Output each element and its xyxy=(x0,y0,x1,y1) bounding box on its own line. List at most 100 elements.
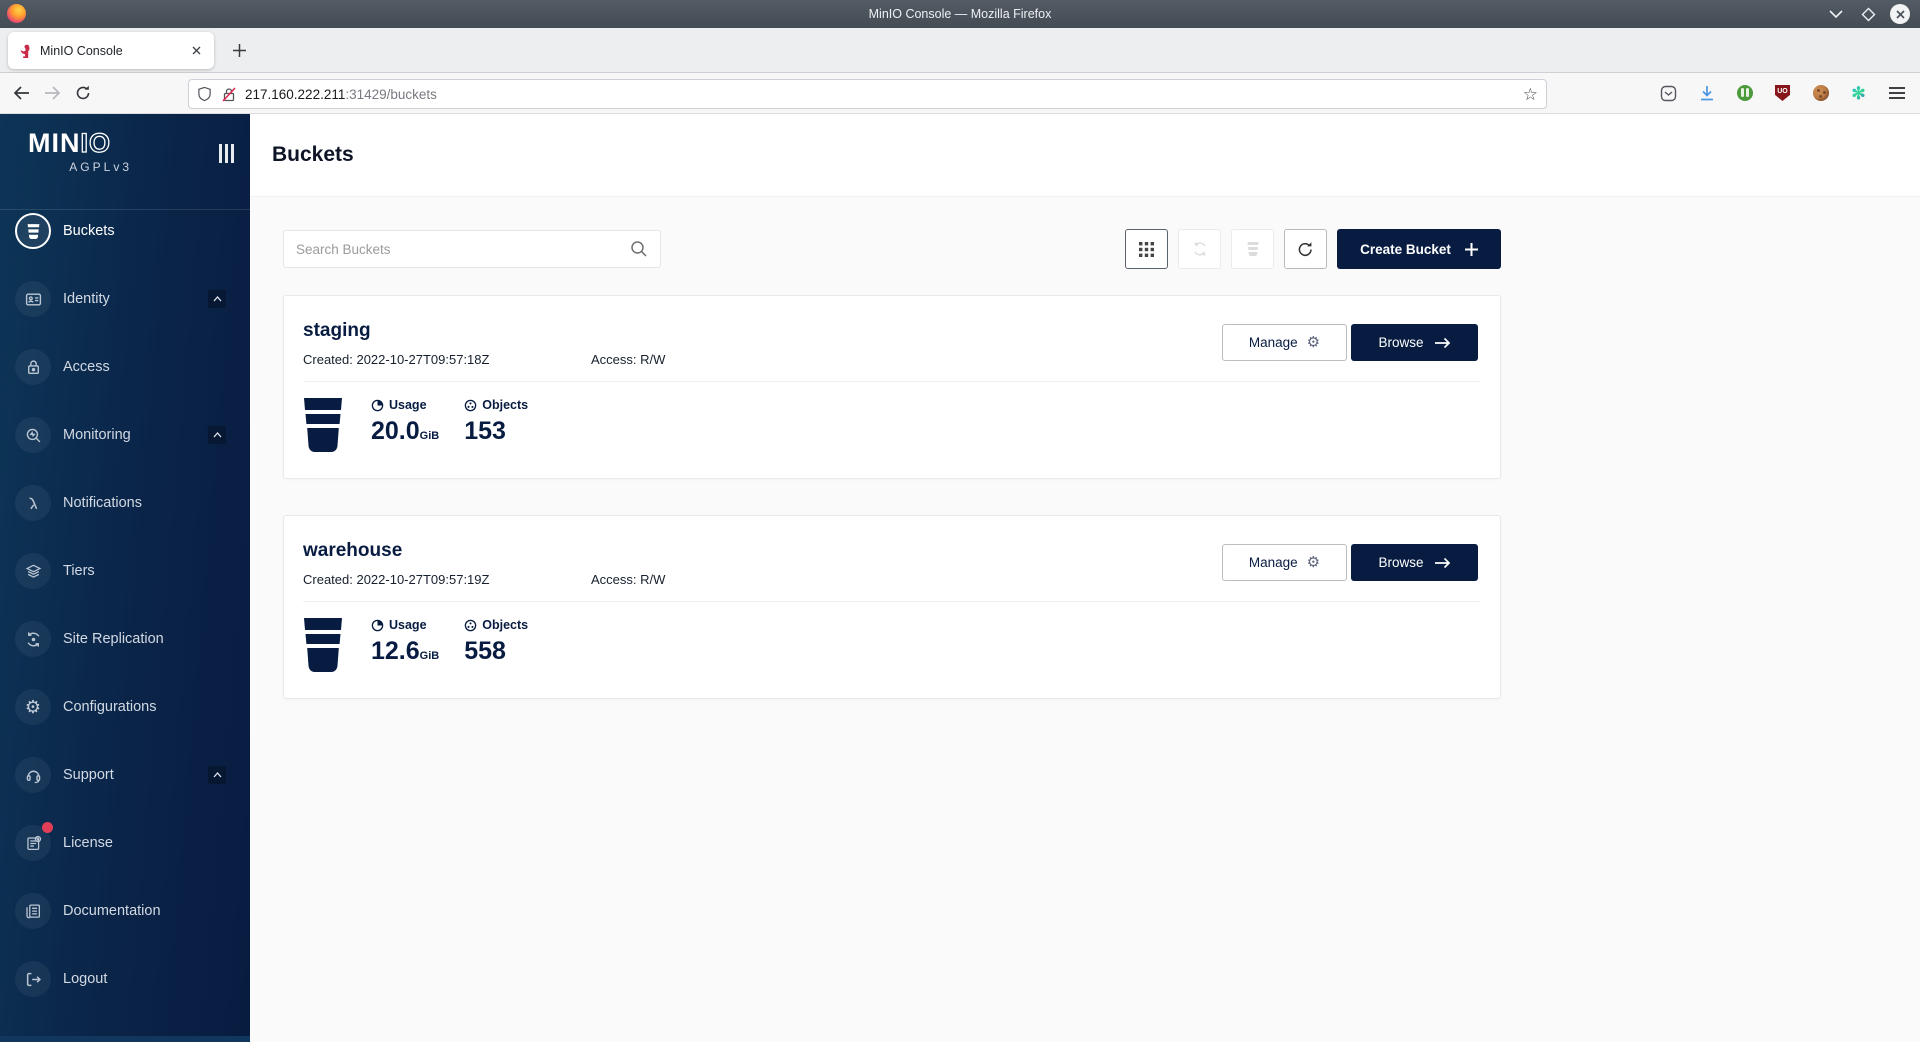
objects-value: 153 xyxy=(464,418,528,444)
usage-value: 12.6 xyxy=(371,637,420,665)
manage-button[interactable]: Manage ⚙ xyxy=(1222,324,1347,361)
license-tag: AGPLv3 xyxy=(28,160,132,174)
usage-unit: GiB xyxy=(420,650,440,662)
privacy-extension-icon[interactable] xyxy=(1736,85,1753,102)
browse-button[interactable]: Browse xyxy=(1351,324,1478,361)
usage-pie-icon xyxy=(371,399,384,412)
back-button[interactable] xyxy=(6,78,36,108)
url-path: :31429/buckets xyxy=(345,87,437,102)
bucket-access: Access: R/W xyxy=(591,352,665,367)
bucket-icon xyxy=(25,223,42,240)
minio-logo-area: MINIO AGPLv3 xyxy=(0,114,250,210)
objects-icon xyxy=(464,399,477,412)
sidebar-collapse-button[interactable] xyxy=(219,144,234,163)
usage-pie-icon xyxy=(371,619,384,632)
sidebar-item-monitoring[interactable]: Monitoring xyxy=(0,415,250,455)
browse-button[interactable]: Browse xyxy=(1351,544,1478,581)
sidebar-item-documentation[interactable]: Documentation xyxy=(0,891,250,931)
documentation-pages-icon xyxy=(25,903,42,920)
sidebar-item-tiers[interactable]: Tiers xyxy=(0,551,250,591)
search-icon xyxy=(630,240,648,258)
container-extension-icon[interactable]: ✻ xyxy=(1850,85,1867,102)
manage-button[interactable]: Manage ⚙ xyxy=(1222,544,1347,581)
sidebar-item-notifications[interactable]: Notifications xyxy=(0,483,250,523)
replication-arrows-icon xyxy=(25,631,42,648)
search-buckets-field[interactable] xyxy=(283,230,661,268)
delete-buckets-button xyxy=(1231,229,1274,269)
minimize-button[interactable] xyxy=(1826,4,1846,24)
pocket-icon[interactable] xyxy=(1660,85,1677,102)
url-bar[interactable]: 217.160.222.211:31429/buckets ☆ xyxy=(188,79,1547,109)
gear-icon: ⚙ xyxy=(1307,335,1320,350)
sidebar-item-label: Monitoring xyxy=(63,427,131,443)
arrow-right-icon xyxy=(1434,337,1451,349)
insecure-lock-icon[interactable] xyxy=(221,86,237,103)
sidebar-item-label: Tiers xyxy=(63,563,95,579)
grid-view-button[interactable] xyxy=(1125,229,1168,269)
sidebar-item-label: Logout xyxy=(63,971,107,987)
sidebar-footer-strip xyxy=(0,1036,250,1042)
bucket-card-staging[interactable]: staging Created: 2022-10-27T09:57:18Z Ac… xyxy=(283,295,1501,479)
tab-title: MinIO Console xyxy=(40,44,186,58)
refresh-icon xyxy=(1297,241,1314,258)
bucket-card-warehouse[interactable]: warehouse Created: 2022-10-27T09:57:19Z … xyxy=(283,515,1501,699)
maximize-button[interactable] xyxy=(1858,4,1878,24)
license-document-icon xyxy=(25,835,42,852)
sidebar-item-label: Access xyxy=(63,359,110,375)
page-title: Buckets xyxy=(272,143,354,167)
controls-row: Create Bucket xyxy=(283,229,1501,269)
sidebar-item-label: Configurations xyxy=(63,699,157,715)
sidebar-item-license[interactable]: License xyxy=(0,823,250,863)
sidebar-item-label: Site Replication xyxy=(63,631,164,647)
tab-minio-console[interactable]: MinIO Console xyxy=(8,32,214,69)
replicate-icon xyxy=(1192,241,1208,257)
main-content: Buckets xyxy=(250,114,1920,1042)
tab-bar: MinIO Console xyxy=(0,28,1920,73)
sidebar-item-support[interactable]: Support xyxy=(0,755,250,795)
refresh-buckets-button[interactable] xyxy=(1284,229,1327,269)
license-notification-dot xyxy=(42,822,53,833)
sidebar-item-identity[interactable]: Identity xyxy=(0,279,250,319)
window-title: MinIO Console — Mozilla Firefox xyxy=(0,0,1920,28)
sidebar-item-label: Notifications xyxy=(63,495,142,511)
new-tab-button[interactable] xyxy=(226,37,253,64)
grid-icon xyxy=(1139,242,1154,257)
plus-icon xyxy=(233,44,246,57)
create-bucket-button[interactable]: Create Bucket xyxy=(1337,229,1501,269)
sidebar-item-logout[interactable]: Logout xyxy=(0,959,250,999)
usage-label: Usage xyxy=(389,398,427,412)
bucket-icon-large xyxy=(303,398,343,452)
lock-icon xyxy=(25,359,42,376)
sidebar-item-access[interactable]: Access xyxy=(0,347,250,387)
minio-logo: MINIO xyxy=(28,128,111,159)
chevron-up-icon[interactable] xyxy=(208,290,226,308)
page-header: Buckets xyxy=(250,114,1920,197)
plus-icon xyxy=(1465,243,1478,256)
menu-hamburger-icon[interactable] xyxy=(1888,85,1905,102)
search-input[interactable] xyxy=(296,242,630,257)
tab-close-icon[interactable] xyxy=(186,41,206,61)
gear-icon: ⚙ xyxy=(25,698,41,716)
objects-label: Objects xyxy=(482,398,528,412)
sidebar-item-site-replication[interactable]: Site Replication xyxy=(0,619,250,659)
create-bucket-label: Create Bucket xyxy=(1360,242,1451,257)
chevron-up-icon[interactable] xyxy=(208,426,226,444)
cookie-extension-icon[interactable] xyxy=(1812,85,1829,102)
download-icon[interactable] xyxy=(1698,85,1715,102)
bucket-access: Access: R/W xyxy=(591,572,665,587)
bucket-created: Created: 2022-10-27T09:57:19Z xyxy=(303,572,591,587)
close-button[interactable] xyxy=(1890,4,1910,24)
bucket-outline-icon xyxy=(1245,241,1261,257)
bookmark-star-icon[interactable]: ☆ xyxy=(1523,86,1538,103)
sidebar-item-buckets[interactable]: Buckets xyxy=(0,211,250,251)
sidebar-item-label: Buckets xyxy=(63,223,115,239)
sidebar-item-configurations[interactable]: ⚙ Configurations xyxy=(0,687,250,727)
lambda-icon xyxy=(25,495,42,512)
tracking-shield-icon[interactable] xyxy=(197,86,212,102)
ublock-extension-icon[interactable]: UO xyxy=(1774,85,1791,102)
reload-button[interactable] xyxy=(68,78,98,108)
url-text[interactable]: 217.160.222.211:31429/buckets xyxy=(245,87,1523,102)
sidebar: MINIO AGPLv3 Buckets Identity Access xyxy=(0,114,250,1042)
chevron-up-icon[interactable] xyxy=(208,766,226,784)
forward-button[interactable] xyxy=(37,78,67,108)
